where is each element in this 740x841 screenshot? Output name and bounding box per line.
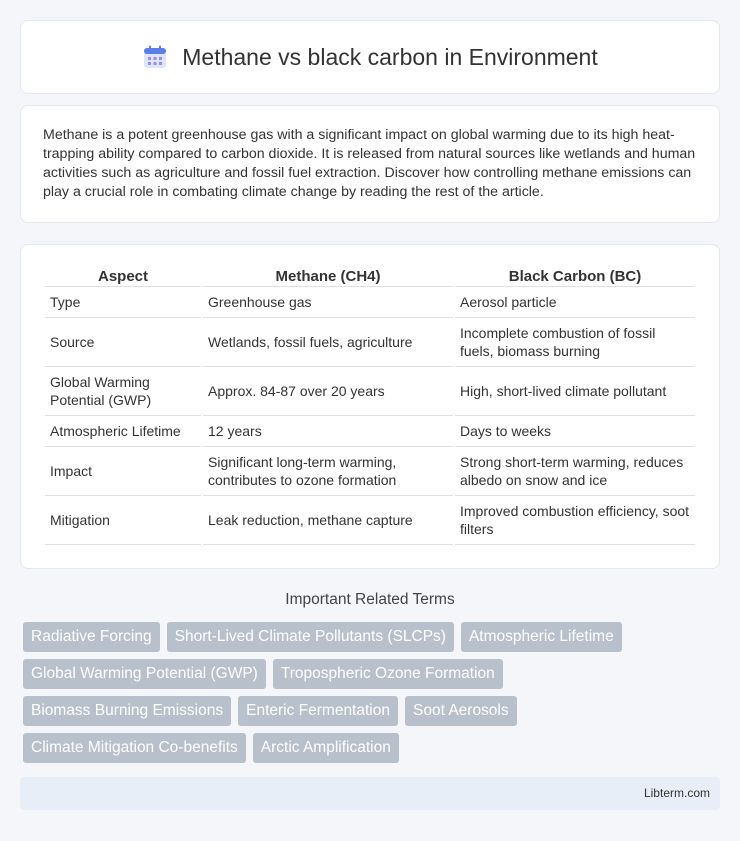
intro-card: Methane is a potent greenhouse gas with … — [20, 105, 720, 223]
related-terms-tags: Radiative Forcing Short-Lived Climate Po… — [23, 622, 723, 770]
table-row: Mitigation Leak reduction, methane captu… — [45, 496, 695, 545]
tag-row: Global Warming Potential (GWP) Troposphe… — [23, 659, 723, 689]
tag-soot-aerosols[interactable]: Soot Aerosols — [404, 696, 517, 726]
tag-gwp[interactable]: Global Warming Potential (GWP) — [23, 659, 266, 689]
header-black-carbon: Black Carbon (BC) — [455, 265, 695, 287]
cell-black-carbon: Strong short-term warming, reduces albed… — [455, 447, 695, 496]
table-row: Type Greenhouse gas Aerosol particle — [45, 287, 695, 318]
cell-methane: Greenhouse gas — [203, 287, 453, 318]
tag-row: Radiative Forcing Short-Lived Climate Po… — [23, 622, 723, 652]
cell-black-carbon: Improved combustion efficiency, soot fil… — [455, 496, 695, 545]
cell-black-carbon: Incomplete combustion of fossil fuels, b… — [455, 318, 695, 367]
tag-arctic-amplification[interactable]: Arctic Amplification — [252, 733, 399, 763]
table-row: Source Wetlands, fossil fuels, agricultu… — [45, 318, 695, 367]
header-card: Methane vs black carbon in Environment — [20, 20, 720, 94]
cell-methane: 12 years — [203, 416, 453, 447]
footer: Libterm.com — [20, 777, 720, 810]
table-row: Impact Significant long-term warming, co… — [45, 447, 695, 496]
cell-aspect: Global Warming Potential (GWP) — [45, 367, 201, 416]
tag-enteric-fermentation[interactable]: Enteric Fermentation — [238, 696, 398, 726]
tag-atmospheric-lifetime[interactable]: Atmospheric Lifetime — [460, 622, 622, 652]
cell-black-carbon: Aerosol particle — [455, 287, 695, 318]
cell-aspect: Type — [45, 287, 201, 318]
table-row: Atmospheric Lifetime 12 years Days to we… — [45, 416, 695, 447]
footer-site-name[interactable]: Libterm.com — [644, 786, 710, 800]
intro-text: Methane is a potent greenhouse gas with … — [43, 127, 696, 200]
cell-aspect: Source — [45, 318, 201, 367]
cell-aspect: Atmospheric Lifetime — [45, 416, 201, 447]
tag-tropospheric-ozone[interactable]: Tropospheric Ozone Formation — [272, 659, 503, 689]
page-title: Methane vs black carbon in Environment — [182, 43, 598, 70]
cell-aspect: Impact — [45, 447, 201, 496]
cell-black-carbon: High, short-lived climate pollutant — [455, 367, 695, 416]
calendar-icon — [142, 44, 168, 70]
related-terms-title: Important Related Terms — [285, 591, 455, 608]
table-header-row: Aspect Methane (CH4) Black Carbon (BC) — [45, 265, 695, 287]
cell-aspect: Mitigation — [45, 496, 201, 545]
comparison-table: Aspect Methane (CH4) Black Carbon (BC) T… — [43, 265, 697, 545]
header-aspect: Aspect — [45, 265, 201, 287]
tag-row: Climate Mitigation Co-benefits Arctic Am… — [23, 733, 723, 763]
header-inner: Methane vs black carbon in Environment — [142, 44, 598, 71]
tag-slcps[interactable]: Short-Lived Climate Pollutants (SLCPs) — [166, 622, 454, 652]
table-row: Global Warming Potential (GWP) Approx. 8… — [45, 367, 695, 416]
tag-biomass-burning[interactable]: Biomass Burning Emissions — [23, 696, 232, 726]
cell-black-carbon: Days to weeks — [455, 416, 695, 447]
cell-methane: Wetlands, fossil fuels, agriculture — [203, 318, 453, 367]
tag-climate-mitigation[interactable]: Climate Mitigation Co-benefits — [23, 733, 246, 763]
cell-methane: Leak reduction, methane capture — [203, 496, 453, 545]
tag-row: Biomass Burning Emissions Enteric Fermen… — [23, 696, 723, 726]
header-methane: Methane (CH4) — [203, 265, 453, 287]
tag-radiative-forcing[interactable]: Radiative Forcing — [23, 622, 160, 652]
cell-methane: Approx. 84-87 over 20 years — [203, 367, 453, 416]
cell-methane: Significant long-term warming, contribut… — [203, 447, 453, 496]
comparison-card: Aspect Methane (CH4) Black Carbon (BC) T… — [20, 244, 720, 569]
